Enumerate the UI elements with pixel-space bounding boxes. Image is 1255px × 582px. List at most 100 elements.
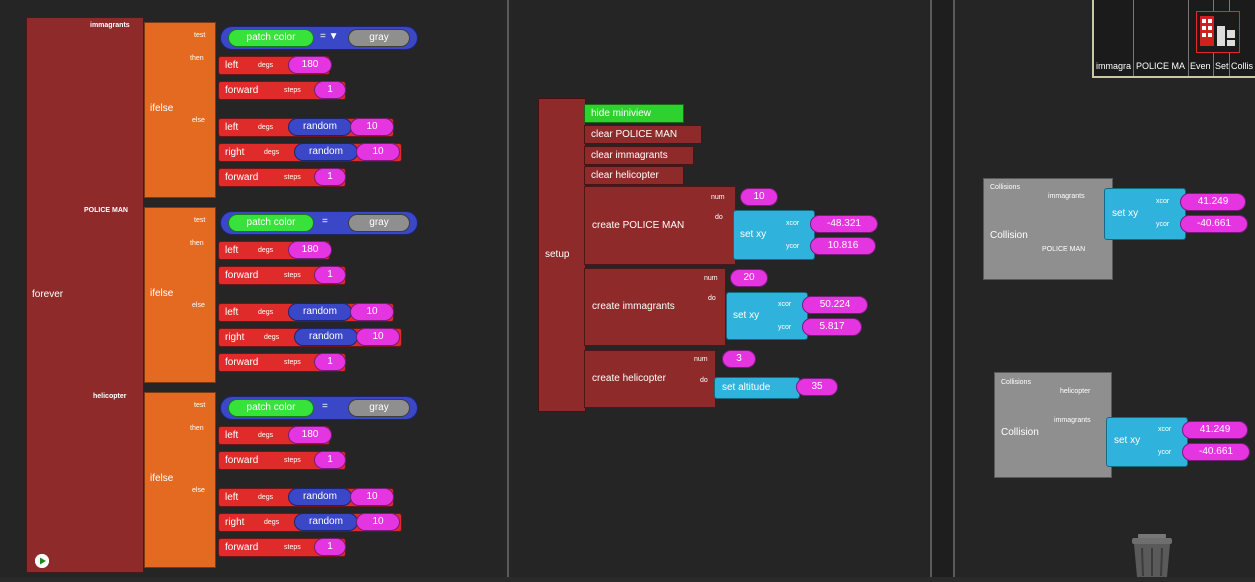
clear-helicopter-command[interactable]: clear helicopter: [584, 166, 684, 185]
patch-color-reporter[interactable]: patch color: [228, 399, 314, 417]
random-reporter[interactable]: random: [294, 328, 358, 346]
num-label: num: [711, 194, 725, 201]
agent2-label: immagrants: [1054, 417, 1091, 424]
degs-label: degs: [264, 519, 280, 526]
compare-operator[interactable]: =: [322, 217, 328, 227]
play-icon[interactable]: [35, 554, 49, 568]
ifelse-label: ifelse: [150, 103, 174, 114]
agent-label-helicopter: helicopter: [93, 393, 127, 400]
setxy-label: set xy: [1114, 435, 1141, 446]
setxy-label: set xy: [1112, 208, 1139, 219]
tab-collisions[interactable]: Collis: [1231, 62, 1253, 71]
random-reporter[interactable]: random: [294, 513, 358, 531]
patch-color-reporter[interactable]: patch color: [228, 29, 314, 47]
trash-icon[interactable]: [1124, 532, 1180, 577]
hide-miniview-command[interactable]: hide miniview: [584, 104, 684, 123]
degs-label: degs: [258, 62, 274, 69]
setxy-label: set xy: [733, 310, 760, 321]
then-label: then: [190, 425, 204, 432]
ycor-label: ycor: [1156, 221, 1170, 228]
do-label: do: [715, 214, 723, 221]
tab-immagrants[interactable]: immagra: [1096, 62, 1131, 71]
collision-label: Collision: [1001, 427, 1039, 438]
random-reporter[interactable]: random: [294, 143, 358, 161]
xcor-value[interactable]: -48.321: [810, 215, 878, 233]
create-helicopter-label: create helicopter: [592, 373, 666, 384]
else-label: else: [192, 487, 205, 494]
value-pill[interactable]: 10: [356, 143, 400, 161]
degs-label: degs: [264, 149, 280, 156]
gray-value[interactable]: gray: [348, 214, 410, 232]
xcor-label: xcor: [778, 301, 792, 308]
steps-label: steps: [284, 87, 301, 94]
degs-label: degs: [258, 124, 274, 131]
clear-police-command[interactable]: clear POLICE MAN: [584, 125, 702, 144]
value-pill[interactable]: 1: [314, 81, 346, 99]
xcor-value[interactable]: 50.224: [802, 296, 868, 314]
compare-operator[interactable]: = ▼: [320, 32, 339, 42]
xcor-label: xcor: [1156, 198, 1170, 205]
ycor-label: ycor: [778, 324, 792, 331]
value-pill[interactable]: 1: [314, 538, 346, 556]
value-pill[interactable]: 10: [350, 488, 394, 506]
compare-operator[interactable]: =: [322, 402, 328, 412]
collisions-header: Collisions: [1001, 379, 1031, 386]
ifelse-label: ifelse: [150, 288, 174, 299]
then-label: then: [190, 240, 204, 247]
value-pill[interactable]: 180: [288, 56, 332, 74]
value-pill[interactable]: 10: [350, 303, 394, 321]
collision-block-2[interactable]: [994, 372, 1112, 478]
degs-label: degs: [258, 432, 274, 439]
tab-setup[interactable]: Set: [1215, 62, 1229, 71]
value-pill[interactable]: 1: [314, 266, 346, 284]
agent-label-police: POLICE MAN: [84, 207, 128, 214]
ifelse-label: ifelse: [150, 473, 174, 484]
steps-label: steps: [284, 544, 301, 551]
clear-immagrants-command[interactable]: clear immagrants: [584, 146, 694, 165]
building-icon: [1196, 11, 1240, 53]
steps-label: steps: [284, 272, 301, 279]
tab-police-man[interactable]: POLICE MA: [1136, 62, 1185, 71]
value-pill[interactable]: 180: [288, 241, 332, 259]
test-label: test: [194, 402, 206, 409]
value-pill[interactable]: 10: [356, 513, 400, 531]
xcor-label: xcor: [1158, 426, 1172, 433]
xcor-value[interactable]: 41.249: [1180, 193, 1246, 211]
ycor-value[interactable]: 10.816: [810, 237, 876, 255]
num-value[interactable]: 10: [740, 188, 778, 206]
gray-value[interactable]: gray: [348, 29, 410, 47]
random-reporter[interactable]: random: [288, 303, 352, 321]
random-reporter[interactable]: random: [288, 488, 352, 506]
ycor-value[interactable]: -40.661: [1180, 215, 1248, 233]
create-police-label: create POLICE MAN: [592, 220, 685, 231]
altitude-value[interactable]: 35: [796, 378, 838, 396]
tab-separator-2: [1188, 0, 1189, 76]
patch-color-reporter[interactable]: patch color: [228, 214, 314, 232]
tab-separator-1: [1133, 0, 1134, 76]
create-immagrants-label: create immagrants: [592, 301, 675, 312]
ycor-value[interactable]: -40.661: [1182, 443, 1250, 461]
agent2-label: POLICE MAN: [1042, 246, 1086, 253]
value-pill[interactable]: 180: [288, 426, 332, 444]
value-pill[interactable]: 1: [314, 168, 346, 186]
num-label: num: [694, 356, 708, 363]
steps-label: steps: [284, 174, 301, 181]
xcor-value[interactable]: 41.249: [1182, 421, 1248, 439]
tab-events[interactable]: Even: [1190, 62, 1211, 71]
random-reporter[interactable]: random: [288, 118, 352, 136]
ycor-label: ycor: [1158, 449, 1172, 456]
degs-label: degs: [258, 494, 274, 501]
agent1-label: helicopter: [1060, 388, 1091, 395]
value-pill[interactable]: 1: [314, 451, 346, 469]
num-value[interactable]: 20: [730, 269, 768, 287]
setup-label: setup: [545, 249, 570, 260]
then-label: then: [190, 55, 204, 62]
value-pill[interactable]: 10: [356, 328, 400, 346]
setxy-label: set xy: [740, 229, 767, 240]
do-label: do: [700, 377, 708, 384]
num-value[interactable]: 3: [722, 350, 756, 368]
value-pill[interactable]: 10: [350, 118, 394, 136]
gray-value[interactable]: gray: [348, 399, 410, 417]
ycor-value[interactable]: 5.817: [802, 318, 862, 336]
value-pill[interactable]: 1: [314, 353, 346, 371]
